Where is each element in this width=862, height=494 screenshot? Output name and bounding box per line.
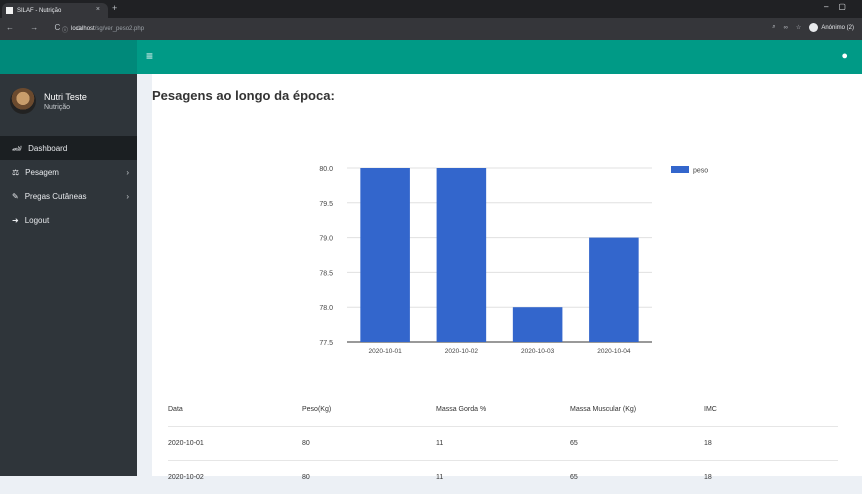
table-cell: 80 <box>302 474 310 481</box>
y-tick-label: 77.5 <box>319 340 333 347</box>
y-tick-label: 79.0 <box>319 236 333 243</box>
user-role: Nutrição <box>44 103 71 111</box>
sidebar <box>0 74 137 476</box>
profile-label: Anónimo (2) <box>821 24 854 31</box>
sidebar-item-label: Pregas Cutâneas <box>24 191 87 201</box>
chevron-right-icon: › <box>126 191 129 201</box>
browser-tab[interactable]: SILAF - Nutrição × <box>2 3 108 18</box>
x-tick-label: 2020-10-02 <box>445 348 479 355</box>
edit-icon: ✎ <box>12 191 19 201</box>
table-cell: 65 <box>570 474 578 481</box>
info-icon: ⓘ <box>62 27 69 34</box>
table-cell: 2020-10-02 <box>168 474 204 481</box>
star-icon[interactable]: ☆ <box>796 24 801 31</box>
col-header: Massa Muscular (Kg) <box>570 405 637 413</box>
url-field[interactable]: ⓘ localhost /sg/ver_peso2.php <box>62 23 144 35</box>
table-row: 2020-10-01 80 11 65 18 <box>168 426 838 460</box>
col-header: Data <box>168 405 183 413</box>
table-cell: 2020-10-01 <box>168 440 204 447</box>
bar <box>360 168 410 342</box>
y-tick-label: 79.5 <box>319 201 333 208</box>
tab-close-icon[interactable]: × <box>96 6 100 13</box>
y-tick-label: 78.0 <box>319 305 333 312</box>
col-header: Massa Gorda % <box>436 405 487 413</box>
logo-area <box>0 40 137 74</box>
profile-button[interactable]: Anónimo (2) <box>809 23 854 32</box>
bar <box>512 307 563 342</box>
logout-icon: ➜ <box>12 215 19 225</box>
page-title: Pesagens ao longo da época: <box>152 88 335 103</box>
x-tick-label: 2020-10-03 <box>521 348 555 355</box>
col-header: IMC <box>704 405 717 413</box>
sidebar-item-pregas-cutaneas[interactable]: ✎ Pregas Cutâneas › <box>0 184 137 208</box>
sidebar-item-label: Pesagem <box>25 167 59 177</box>
main-content: Pesagens ao longo da época: 77.5 78.0 78.5… <box>152 74 862 481</box>
sidebar-item-logout[interactable]: ➜ Logout <box>0 208 137 232</box>
user-name: Nutri Teste <box>44 91 87 102</box>
dashboard-icon: 🏎 <box>12 143 23 153</box>
search-icon[interactable]: ⌕ <box>772 24 775 31</box>
avatar <box>10 88 36 114</box>
favicon-icon <box>6 7 13 14</box>
url-path: /sg/ver_peso2.php <box>94 26 145 32</box>
new-tab-button[interactable]: + <box>112 3 117 13</box>
bar <box>589 237 639 342</box>
sidebar-menu: 🏎 Dashboard ⚖ Pesagem › ✎ Pregas Cutânea… <box>0 136 137 232</box>
table-cell: 11 <box>436 474 444 481</box>
sidebar-item-label: Dashboard <box>28 143 68 153</box>
browser-actions: ⌕ ∞ ☆ Anónimo (2) <box>772 23 854 32</box>
col-header: Peso(Kg) <box>302 405 332 413</box>
sidebar-item-dashboard[interactable]: 🏎 Dashboard <box>0 136 137 160</box>
incognito-icon[interactable]: ∞ <box>784 25 788 31</box>
scale-icon: ⚖ <box>12 167 20 177</box>
table-header-row: Data Peso(Kg) Massa Gorda % Massa Muscul… <box>168 392 838 426</box>
chevron-right-icon: › <box>126 167 129 177</box>
y-tick-label: 80.0 <box>319 166 333 173</box>
legend-label: peso <box>693 168 708 175</box>
sidebar-item-pesagem[interactable]: ⚖ Pesagem › <box>0 160 137 184</box>
url-host: localhost <box>71 26 95 32</box>
sidebar-item-label: Logout <box>24 215 50 225</box>
table-cell: 65 <box>570 440 578 447</box>
browser-address-bar: ← → C ⌂ ⓘ localhost /sg/ver_peso2.php ⌕ … <box>0 18 862 40</box>
user-menu-icon[interactable]: ● <box>841 50 848 62</box>
table-cell: 11 <box>436 440 444 447</box>
legend-swatch <box>671 166 689 173</box>
x-tick-label: 2020-10-04 <box>597 348 631 355</box>
table-cell: 80 <box>302 440 310 447</box>
profile-avatar-icon <box>809 23 819 32</box>
table-cell: 18 <box>704 474 712 481</box>
y-tick-label: 78.5 <box>319 270 333 277</box>
table-row: 2020-10-02 80 11 65 18 <box>168 460 838 494</box>
weights-table: Data Peso(Kg) Massa Gorda % Massa Muscul… <box>168 392 838 494</box>
table-cell: 18 <box>704 440 712 447</box>
x-tick-label: 2020-10-01 <box>369 348 403 355</box>
menu-toggle-icon[interactable]: ≡ <box>146 49 153 63</box>
user-panel: Nutri Teste Nutrição <box>10 88 87 114</box>
bar <box>436 168 487 342</box>
weight-chart: 77.5 78.0 78.5 79.0 79.5 80.0 2020-10-01 2020-1… <box>319 166 708 355</box>
tab-title: SILAF - Nutrição <box>17 7 62 14</box>
window-controls[interactable]: –▢ <box>824 2 856 11</box>
browser-tab-bar: SILAF - Nutrição × + –▢ <box>0 0 862 18</box>
